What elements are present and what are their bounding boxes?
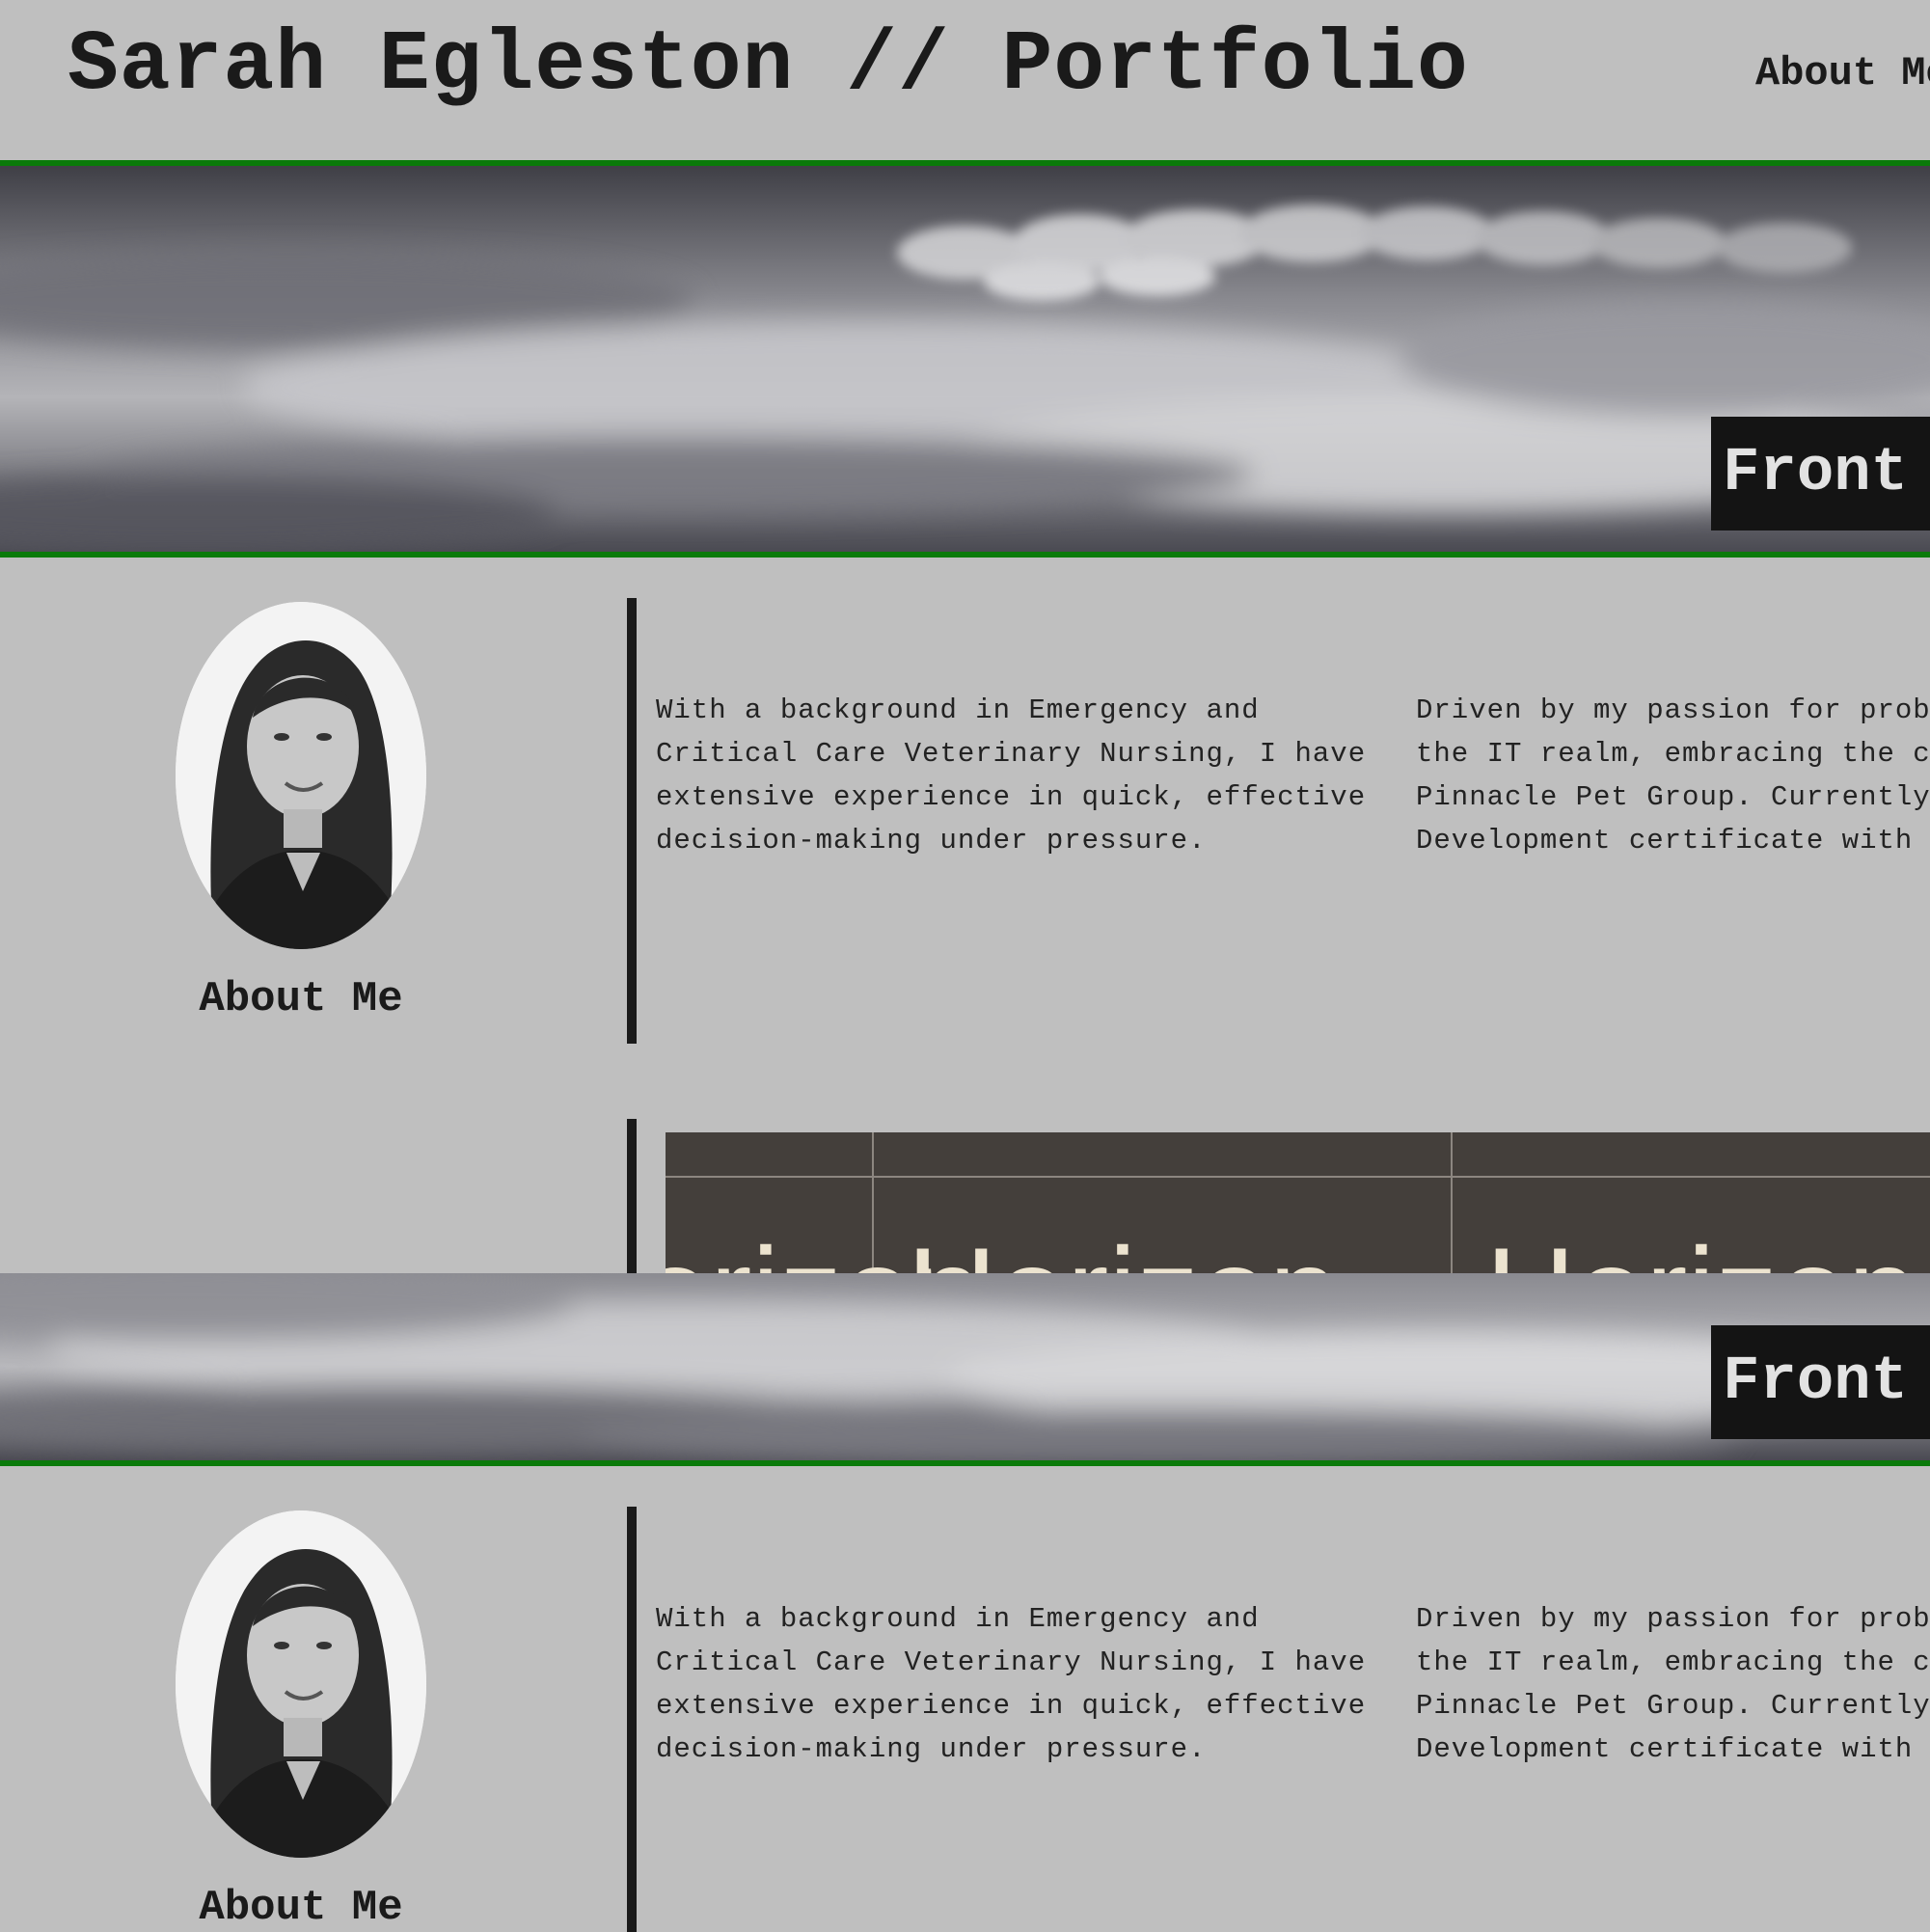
about-section: About Me With a background in Emergency … <box>0 558 1930 1044</box>
hero-badge: Front <box>1711 1325 1930 1439</box>
project-grid-line <box>1451 1132 1453 1273</box>
profile-photo <box>176 602 426 949</box>
about-paragraph-2-line: Pinnacle Pet Group. Currently, <box>1416 1690 1930 1722</box>
about-paragraph-2-line: Development certificate with e <box>1416 1733 1930 1765</box>
profile-photo <box>176 1510 426 1858</box>
project-grid-line <box>666 1176 1930 1178</box>
profile-photo-image <box>176 1510 426 1858</box>
hero-badge: Front <box>1711 417 1930 531</box>
about-paragraph-1: With a background in Emergency and Criti… <box>656 694 1367 857</box>
about-paragraph-2: Driven by my passion for probl the IT re… <box>1416 689 1930 862</box>
cloud-banner-image <box>0 1273 1930 1460</box>
project-title-word: Horizon <box>907 1229 1339 1273</box>
section-divider-bar <box>627 1507 637 1932</box>
about-paragraph-2-line: Development certificate with e <box>1416 825 1930 857</box>
hero-banner: Front <box>0 166 1930 552</box>
about-paragraph-2-line: the IT realm, embracing the ch <box>1416 738 1930 770</box>
profile-photo-image <box>176 602 426 949</box>
about-paragraph-2-line: Driven by my passion for probl <box>1416 1603 1930 1635</box>
site-title: Sarah Egleston // Portfolio <box>68 18 1469 114</box>
site-header: Sarah Egleston // Portfolio About Me <box>0 0 1930 160</box>
portfolio-page: Sarah Egleston // Portfolio About Me <box>0 0 1930 1932</box>
about-heading: About Me <box>199 975 403 1023</box>
about-section-repeat: About Me With a background in Emergency … <box>0 1466 1930 1932</box>
about-paragraph-2: Driven by my passion for probl the IT re… <box>1416 1597 1930 1771</box>
section-divider-bar <box>627 598 637 1044</box>
about-paragraph-2-line: Pinnacle Pet Group. Currently, <box>1416 781 1930 813</box>
nav-link-about-me[interactable]: About Me <box>1755 50 1930 96</box>
hero-banner-repeat: Front <box>0 1273 1930 1460</box>
about-heading: About Me <box>199 1884 403 1932</box>
about-paragraph-1: With a background in Emergency and Criti… <box>656 1603 1367 1765</box>
main-nav: About Me <box>1755 50 1930 96</box>
project-divider-bar <box>627 1119 637 1273</box>
about-paragraph-2-line: Driven by my passion for probl <box>1416 694 1930 726</box>
project-preview-card[interactable]: Horizon Horizon Horizon <box>666 1132 1930 1273</box>
about-paragraph-2-line: the IT realm, embracing the ch <box>1416 1646 1930 1678</box>
project-title-word: Horizon <box>1485 1229 1917 1273</box>
cloud-banner-image <box>0 166 1930 552</box>
